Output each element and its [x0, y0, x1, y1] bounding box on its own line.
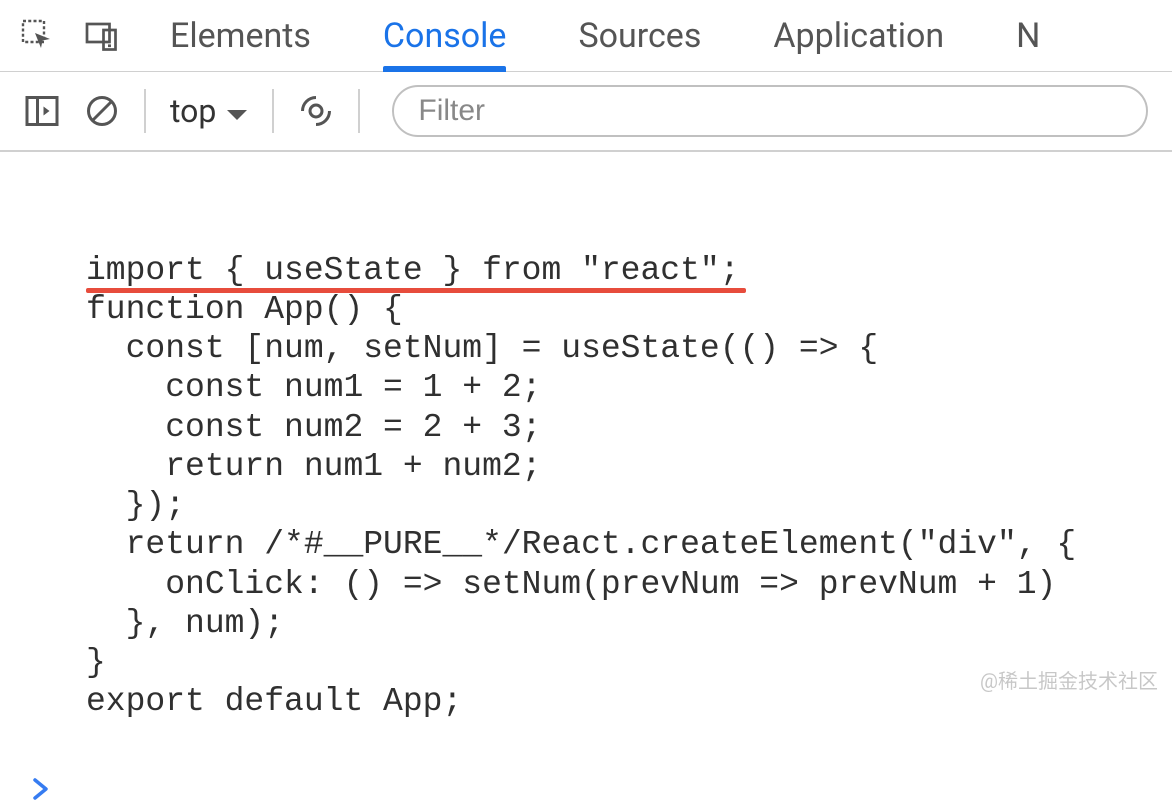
- tab-overflow[interactable]: N: [1016, 0, 1040, 71]
- console-toolbar: top: [0, 72, 1172, 152]
- context-selector[interactable]: top: [170, 92, 248, 130]
- sidebar-toggle-icon[interactable]: [24, 93, 60, 129]
- toolbar-divider: [358, 89, 360, 133]
- context-label: top: [170, 92, 216, 130]
- device-toolbar-icon[interactable]: [84, 18, 120, 54]
- code-row: import { useState } from "react"; functi…: [32, 251, 1148, 722]
- toolbar-divider: [144, 89, 146, 133]
- chevron-down-icon: [226, 92, 248, 130]
- code-line: return num1 + num2;: [86, 448, 541, 485]
- code-line: onClick: () => setNum(prevNum => prevNum…: [86, 566, 1056, 603]
- chevron-right-icon: [32, 775, 50, 810]
- code-block: import { useState } from "react"; functi…: [86, 251, 1148, 722]
- devtools-tabs: Elements Console Sources Application N: [170, 0, 1040, 71]
- code-line: const [num, setNum] = useState(() => {: [86, 330, 878, 367]
- live-expression-icon[interactable]: [298, 93, 334, 129]
- watermark: @稀土掘金技术社区: [980, 665, 1158, 694]
- code-line: import { useState } from "react";: [86, 252, 740, 289]
- tab-elements[interactable]: Elements: [170, 0, 311, 71]
- toolbar-divider: [272, 89, 274, 133]
- tab-application[interactable]: Application: [773, 0, 944, 71]
- code-line: function App() {: [86, 291, 403, 328]
- gutter: [32, 251, 86, 722]
- code-line: }, num);: [86, 605, 284, 642]
- code-line: export default App;: [86, 683, 462, 720]
- code-line: return /*#__PURE__*/React.createElement(…: [86, 526, 1076, 563]
- clear-console-icon[interactable]: [84, 93, 120, 129]
- filter-input[interactable]: [392, 85, 1148, 137]
- inspect-element-icon[interactable]: [20, 18, 56, 54]
- code-line: }: [86, 644, 106, 681]
- tabs-leading-icons: [20, 18, 120, 54]
- console-prompt[interactable]: [0, 761, 1172, 810]
- code-line: const num1 = 1 + 2;: [86, 369, 541, 406]
- code-line: });: [86, 487, 185, 524]
- error-underline: [86, 288, 746, 293]
- tab-console[interactable]: Console: [383, 0, 507, 71]
- code-line: const num2 = 2 + 3;: [86, 409, 541, 446]
- tab-sources[interactable]: Sources: [578, 0, 701, 71]
- devtools-tabs-bar: Elements Console Sources Application N: [0, 0, 1172, 72]
